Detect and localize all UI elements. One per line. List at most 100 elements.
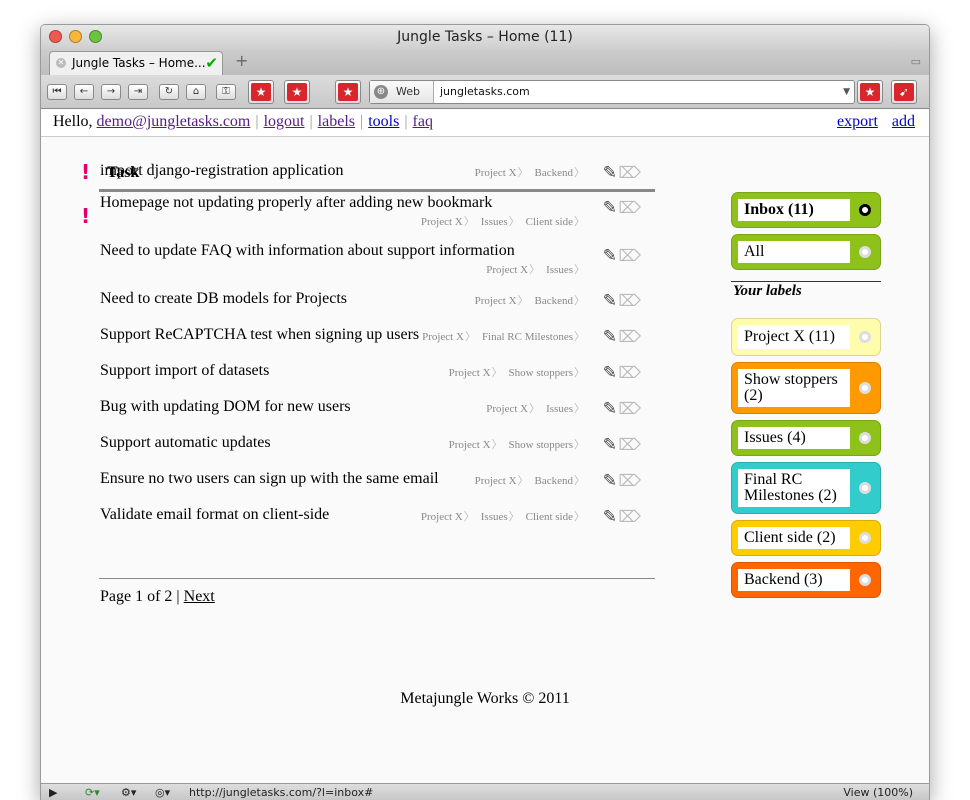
task-title[interactable]: Bug with updating DOM for new users [100,398,351,416]
new-tab-button[interactable]: + [235,51,248,70]
task-tag[interactable]: Backend [535,475,585,487]
tag-icon[interactable]: ⌦ [618,291,641,311]
edit-pencil-icon[interactable]: ✎ [603,363,617,383]
url-input[interactable]: jungletasks.com [440,81,530,103]
sync-icon[interactable]: ⟳▾ [85,786,100,799]
export-link[interactable]: export [837,113,878,130]
task-tag[interactable]: Backend [535,295,585,307]
task-tag[interactable]: Issues [546,403,585,415]
user-link[interactable]: demo@jungletasks.com [97,113,251,130]
task-title[interactable]: Need to update FAQ with information abou… [100,242,515,260]
tag-icon[interactable]: ⌦ [618,163,641,183]
bookmark-button-1[interactable]: ★ [248,80,274,104]
tab-jungle-tasks[interactable]: ✕ Jungle Tasks – Home... ✔ [49,51,223,75]
label-item[interactable]: Backend (3) [731,562,881,598]
task-tag[interactable]: Show stoppers [509,439,585,451]
task-title[interactable]: Validate email format on client-side [100,506,329,524]
next-page-link[interactable]: Next [184,588,215,605]
zoom-level[interactable]: View (100%) [843,786,913,799]
bookmark-button-4[interactable]: ★ [857,80,883,104]
edit-pencil-icon[interactable]: ✎ [603,399,617,419]
task-title[interactable]: Support ReCAPTCHA test when signing up u… [100,326,419,344]
radio-dot-icon[interactable] [859,574,871,586]
tab-close-icon[interactable]: ✕ [56,58,66,68]
label-item[interactable]: Client side (2) [731,520,881,556]
edit-pencil-icon[interactable]: ✎ [603,246,617,266]
minimize-window-button[interactable] [69,30,82,43]
label-all[interactable]: All [731,234,881,270]
task-tag[interactable]: Project X [449,367,503,379]
task-title[interactable]: Support automatic updates [100,434,271,452]
sidebar-toggle-icon[interactable]: ▶ [49,786,57,799]
radio-dot-icon[interactable] [859,432,871,444]
task-tag[interactable]: Backend [535,167,585,179]
task-tag[interactable]: Project X [475,167,529,179]
labels-link[interactable]: labels [318,113,355,130]
label-item[interactable]: Show stoppers (2) [731,362,881,414]
radio-dot-icon[interactable] [859,482,871,494]
chevron-down-icon[interactable]: ▼ [843,81,850,103]
radio-dot-icon[interactable] [859,246,871,258]
task-title[interactable]: Ensure no two users can sign up with the… [100,470,439,488]
label-item[interactable]: Issues (4) [731,420,881,456]
task-tag[interactable]: Issues [546,264,585,276]
task-tag[interactable]: Show stoppers [509,367,585,379]
tag-icon[interactable]: ⌦ [618,399,641,419]
task-tag[interactable]: Project X [422,331,476,343]
task-tag[interactable]: Project X [486,264,540,276]
tag-icon[interactable]: ⌦ [618,507,641,527]
add-link[interactable]: add [892,113,915,130]
edit-pencil-icon[interactable]: ✎ [603,163,617,183]
edit-pencil-icon[interactable]: ✎ [603,471,617,491]
task-title[interactable]: Support import of datasets [100,362,269,380]
task-tag[interactable]: Project X [449,439,503,451]
task-tag[interactable]: Project X [486,403,540,415]
tab-overflow-icon[interactable]: ▭ [911,55,921,68]
tag-icon[interactable]: ⌦ [618,471,641,491]
task-tag[interactable]: Project X [421,216,475,228]
tag-icon[interactable]: ⌦ [618,198,641,218]
task-tag[interactable]: Issues [481,511,520,523]
home-icon[interactable]: ⌂ [186,84,206,100]
home-first-icon[interactable]: ⏮ [47,84,67,100]
task-tag[interactable]: Client side [526,511,585,523]
edit-pencil-icon[interactable]: ✎ [603,507,617,527]
logout-link[interactable]: logout [264,113,305,130]
bookmark-button-2[interactable]: ★ [284,80,310,104]
key-icon[interactable]: ⚿ [216,84,236,100]
address-bar[interactable]: ⊕ Web jungletasks.com ▼ [369,80,855,104]
bookmarklet-button[interactable]: ➹ [891,80,917,104]
radio-dot-icon[interactable] [859,382,871,394]
task-title[interactable]: Need to create DB models for Projects [100,290,347,308]
search-mode-selector[interactable]: ⊕ Web [370,81,434,103]
faq-link[interactable]: faq [413,113,433,130]
tag-icon[interactable]: ⌦ [618,435,641,455]
edit-pencil-icon[interactable]: ✎ [603,327,617,347]
radio-dot-icon[interactable] [859,331,871,343]
label-inbox[interactable]: Inbox (11) [731,192,881,228]
tag-icon[interactable]: ⌦ [618,327,641,347]
fast-forward-icon[interactable]: ⇥ [128,84,148,100]
zoom-window-button[interactable] [89,30,102,43]
task-tag[interactable]: Project X [475,475,529,487]
tools-link[interactable]: tools [368,113,399,130]
radio-dot-icon[interactable] [859,204,871,216]
task-tag[interactable]: Issues [481,216,520,228]
radio-dot-icon[interactable] [859,532,871,544]
close-window-button[interactable] [49,30,62,43]
edit-pencil-icon[interactable]: ✎ [603,291,617,311]
tag-icon[interactable]: ⌦ [618,363,641,383]
task-title[interactable]: import django-registration application [100,162,344,180]
edit-pencil-icon[interactable]: ✎ [603,198,617,218]
label-item[interactable]: Final RC Milestones (2) [731,462,881,514]
task-tag[interactable]: Project X [421,511,475,523]
back-icon[interactable]: ← [74,84,94,100]
label-item[interactable]: Project X (11) [731,318,881,356]
forward-icon[interactable]: → [101,84,121,100]
task-tag[interactable]: Final RC Milestones [482,331,585,343]
task-title[interactable]: Homepage not updating properly after add… [100,194,492,212]
security-icon[interactable]: ◎▾ [155,786,170,799]
task-tag[interactable]: Project X [475,295,529,307]
bookmark-button-3[interactable]: ★ [335,80,361,104]
edit-pencil-icon[interactable]: ✎ [603,435,617,455]
